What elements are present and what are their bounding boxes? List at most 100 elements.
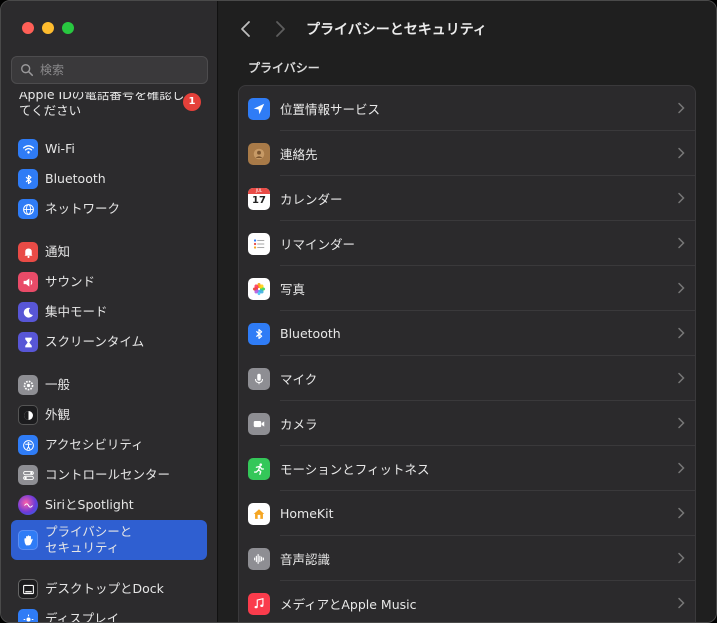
wifi-icon [18,139,38,159]
zoom-window-button[interactable] [62,22,74,34]
row-label: カレンダー [280,192,343,207]
sidebar-item-label: デスクトップとDock [45,581,164,596]
row-label: カメラ [280,417,318,432]
running-icon [248,457,270,480]
moon-icon [18,302,38,322]
sidebar-item-siri-spotlight[interactable]: SiriとSpotlight [11,491,207,519]
toolbar: プライバシーとセキュリティ [219,1,716,55]
apple-id-notice[interactable]: Apple IDの電話番号を確認してください [19,92,189,119]
row-microphone[interactable]: マイク [239,356,695,401]
privacy-list: 位置情報サービス 連絡先 JUL 17 カレンダー リマインダー 写真 Blue… [238,85,696,622]
minimize-window-button[interactable] [42,22,54,34]
sidebar-item-focus[interactable]: 集中モード [11,298,207,326]
chevron-right-icon [678,237,685,249]
bell-icon [18,242,38,262]
waveform-icon [248,547,270,570]
row-bluetooth[interactable]: Bluetooth [239,311,695,356]
chevron-right-icon [678,462,685,474]
sidebar-item-label: サウンド [45,274,96,289]
sidebar-item-label: 一般 [45,377,71,392]
hourglass-icon [18,332,38,352]
chevron-right-icon [678,282,685,294]
main-pane: プライバシーとセキュリティ プライバシー 位置情報サービス 連絡先 JUL 17… [219,1,716,622]
search-icon [21,64,34,77]
sidebar-item-appearance[interactable]: 外観 [11,401,207,429]
sidebar-item-general[interactable]: 一般 [11,371,207,399]
row-label: HomeKit [280,506,334,521]
sidebar-item-bluetooth[interactable]: Bluetooth [11,165,207,193]
row-reminders[interactable]: リマインダー [239,221,695,266]
sidebar-item-control-center[interactable]: コントロールセンター [11,461,207,489]
sidebar-item-label: スクリーンタイム [45,334,145,349]
sidebar-item-label: ディスプレイ [45,611,120,623]
chevron-right-icon [678,417,685,429]
sidebar-item-label: 外観 [45,407,71,422]
sidebar-item-sound[interactable]: サウンド [11,268,207,296]
sidebar-item-privacy-security[interactable]: プライバシーと セキュリティ [11,520,207,560]
sidebar-item-network[interactable]: ネットワーク [11,195,207,223]
sidebar-item-label: プライバシーと セキュリティ [45,524,132,556]
sidebar-item-accessibility[interactable]: アクセシビリティ [11,431,207,459]
chevron-right-icon [678,552,685,564]
chevron-right-icon [678,372,685,384]
search-box[interactable] [11,56,208,84]
sidebar-item-label: コントロールセンター [45,467,171,482]
search-input[interactable] [40,63,200,77]
row-label: 音声認識 [280,552,331,567]
row-label: 連絡先 [280,147,318,162]
row-photos[interactable]: 写真 [239,266,695,311]
reminders-icon [248,232,270,255]
row-motion-fitness[interactable]: モーションとフィットネス [239,446,695,491]
window-controls [22,22,74,34]
row-contacts[interactable]: 連絡先 [239,131,695,176]
chevron-right-icon [678,507,685,519]
contacts-icon [248,142,270,165]
sidebar-item-label: アクセシビリティ [45,437,144,452]
sidebar-item-label: Bluetooth [45,171,106,186]
label-line-2: セキュリティ [45,540,120,555]
chevron-right-icon [678,192,685,204]
row-label: マイク [280,372,318,387]
row-label: Bluetooth [280,326,341,341]
sidebar-item-notifications[interactable]: 通知 [11,238,207,266]
bluetooth-icon [18,169,38,189]
chevron-right-icon [678,597,685,609]
settings-window: Apple IDの電話番号を確認してください 1 Wi-Fi Bluetooth… [0,0,717,623]
siri-icon [18,495,38,515]
calendar-icon: JUL 17 [248,187,270,210]
sidebar-item-label: Wi-Fi [45,141,75,156]
sidebar-item-label: 通知 [45,244,71,259]
row-calendar[interactable]: JUL 17 カレンダー [239,176,695,221]
microphone-icon [248,367,270,390]
notification-badge: 1 [183,93,201,111]
row-location-services[interactable]: 位置情報サービス [239,86,695,131]
row-homekit[interactable]: HomeKit [239,491,695,536]
close-window-button[interactable] [22,22,34,34]
back-button[interactable] [237,19,255,39]
sidebar-item-wifi[interactable]: Wi-Fi [11,135,207,163]
row-speech-recognition[interactable]: 音声認識 [239,536,695,581]
sidebar-item-displays[interactable]: ディスプレイ [11,605,207,623]
globe-icon [18,199,38,219]
row-label: 写真 [280,282,306,297]
row-label: 位置情報サービス [280,102,381,117]
appearance-icon [18,405,38,425]
sidebar: Apple IDの電話番号を確認してください 1 Wi-Fi Bluetooth… [1,1,218,623]
bluetooth-icon [248,322,270,345]
row-media-apple-music[interactable]: メディアとApple Music [239,581,695,622]
hand-icon [18,530,38,550]
music-note-icon [248,592,270,615]
sidebar-item-screen-time[interactable]: スクリーンタイム [11,328,207,356]
display-icon [18,609,38,622]
label-line-1: プライバシーと [45,524,133,539]
forward-button[interactable] [271,19,289,39]
row-label: リマインダー [280,237,356,252]
desktop-icon [18,579,38,599]
gear-icon [18,375,38,395]
row-label: メディアとApple Music [280,597,417,612]
photos-icon [248,277,270,300]
sidebar-item-desktop-dock[interactable]: デスクトップとDock [11,575,207,603]
location-arrow-icon [248,97,270,120]
calendar-day: 17 [252,194,266,206]
row-camera[interactable]: カメラ [239,401,695,446]
